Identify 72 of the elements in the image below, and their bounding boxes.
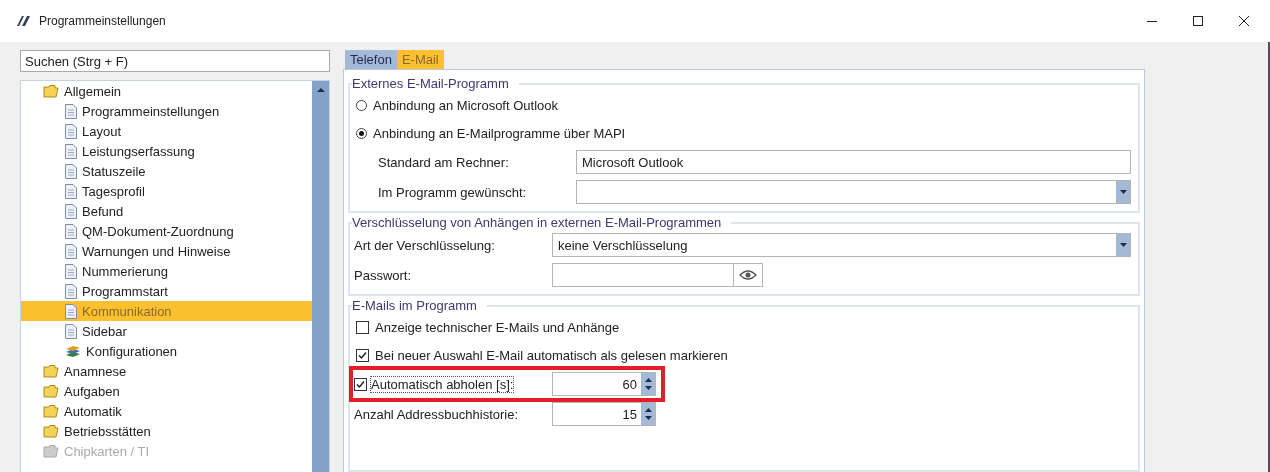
caret-icon	[1119, 190, 1127, 194]
document-icon	[65, 243, 77, 259]
tree-item[interactable]: Warnungen und Hinweise	[21, 241, 312, 261]
folder-icon	[43, 404, 59, 418]
tree-item[interactable]: Befund	[21, 201, 312, 221]
field-label: Standard am Rechner:	[378, 154, 509, 170]
document-icon	[65, 103, 77, 119]
field-label: Passwort:	[354, 267, 412, 283]
number-spinner[interactable]: 60	[552, 372, 656, 396]
checkbox[interactable]	[356, 348, 369, 362]
tree-item[interactable]: Automatik	[21, 401, 312, 421]
tree-item[interactable]: Programmeinstellungen	[21, 101, 312, 121]
document-icon	[65, 283, 77, 299]
tree-item[interactable]: QM-Dokument-Zuordnung	[21, 221, 312, 241]
tree-item[interactable]: Statuszeile	[21, 161, 312, 181]
app-logo-icon	[17, 16, 31, 26]
radio-button[interactable]	[356, 99, 367, 111]
search-field[interactable]: Suchen (Strg + F)	[20, 50, 330, 72]
document-icon	[65, 263, 77, 279]
document-icon	[65, 143, 77, 159]
field-label: Im Programm gewünscht:	[378, 184, 527, 200]
folder-icon	[43, 424, 59, 438]
field-label: Art der Verschlüsselung:	[354, 237, 495, 253]
folder-icon	[43, 384, 59, 398]
scroll-up-icon[interactable]	[315, 87, 326, 93]
radio-label: Anbindung an Microsoft Outlook	[373, 97, 558, 113]
checkbox[interactable]	[354, 377, 367, 391]
number-spinner[interactable]: 15	[552, 402, 656, 426]
field-label: Automatisch abholen [s]:	[371, 376, 514, 392]
tree-item[interactable]: Anamnese	[21, 361, 312, 381]
document-icon	[65, 163, 77, 179]
spinner-arrows-icon[interactable]	[644, 407, 652, 421]
group-title: Externes E-Mail-Programm	[352, 76, 510, 91]
folder-icon	[43, 84, 59, 98]
radio-button[interactable]	[356, 127, 367, 139]
tree-item[interactable]: Tagesprofil	[21, 181, 312, 201]
maximize-icon[interactable]	[1192, 15, 1204, 27]
group-title: E-Mails im Programm	[352, 298, 478, 313]
document-icon	[65, 203, 77, 219]
tree-item[interactable]: Sidebar	[21, 321, 312, 341]
books-icon	[65, 344, 81, 358]
dropdown[interactable]: keine Verschlüsselung	[552, 233, 1131, 257]
tree-item[interactable]: Leistungserfassung	[21, 141, 312, 161]
folder-icon	[43, 444, 59, 458]
tab[interactable]: Telefon	[345, 50, 397, 69]
group-title: Verschlüsselung von Anhängen in externen E-Mail-Programmen	[352, 215, 723, 230]
radio-label: Anbindung an E-Mailprogramme über MAPI	[373, 125, 626, 141]
tree-item[interactable]: Nummerierung	[21, 261, 312, 281]
scrollbar[interactable]	[312, 81, 329, 472]
folder-icon	[43, 364, 59, 378]
tree-item[interactable]: Betriebsstätten	[21, 421, 312, 441]
caret-icon	[1119, 243, 1127, 247]
checkbox[interactable]	[356, 320, 369, 334]
tree-item[interactable]: Allgemein	[21, 81, 312, 101]
close-icon[interactable]	[1238, 15, 1250, 27]
field-label: Anzahl Addressbuchhistorie:	[354, 406, 519, 422]
tree-item[interactable]: Aufgaben	[21, 381, 312, 401]
document-icon	[65, 303, 77, 319]
document-icon	[65, 323, 77, 339]
password-field[interactable]	[552, 263, 763, 287]
tree-item[interactable]: Programmstart	[21, 281, 312, 301]
document-icon	[65, 223, 77, 239]
document-icon	[65, 183, 77, 199]
tree-item[interactable]: Konfigurationen	[21, 341, 312, 361]
checkbox-label: Anzeige technischer E-Mails und Anhänge	[375, 319, 620, 335]
text-field[interactable]: Microsoft Outlook	[576, 150, 1131, 174]
eye-icon[interactable]	[739, 270, 757, 280]
checkbox-label: Bei neuer Auswahl E-Mail automatisch als gelesen markieren	[375, 347, 728, 363]
spinner-arrows-icon[interactable]	[644, 377, 652, 391]
window-title: Programmeinstellungen	[39, 14, 166, 28]
document-icon	[65, 123, 77, 139]
tree-item[interactable]: Layout	[21, 121, 312, 141]
